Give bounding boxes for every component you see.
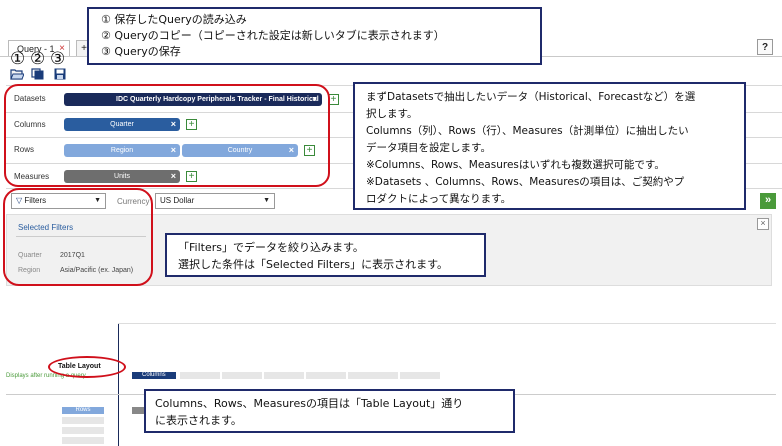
callout-line: 択します。 (366, 108, 418, 120)
callout-line: ③ Queryの保存 (101, 45, 181, 58)
callout-line: ② Queryのコピー（コピーされた設定は新しいタブに表示されます） (101, 29, 445, 42)
layout-vertical-line (118, 323, 119, 446)
layout-cell (132, 407, 144, 414)
columns-chip: Columns (132, 372, 176, 379)
layout-cell (306, 372, 346, 379)
save-icon[interactable] (53, 68, 67, 80)
callout-line: データ項目を設定します。 (366, 142, 491, 154)
filters-highlight (3, 188, 153, 286)
layout-callout: Columns、Rows、Measuresの項目は「Table Layout」通… (144, 389, 515, 433)
layout-cell (62, 417, 104, 424)
callout-line: ※Columns、Rows、Measuresはいずれも複数選択可能です。 (366, 159, 665, 171)
currency-value: US Dollar (160, 196, 195, 205)
layout-cell (62, 437, 104, 444)
query-callout: ① 保存したQueryの読み込み ② Queryのコピー（コピーされた設定は新し… (87, 7, 542, 65)
layout-cell (400, 372, 440, 379)
callout-line: まずDatasetsで抽出したいデータ（Historical、Forecastな… (366, 91, 696, 103)
callout-line: ※Datasets 、Columns、Rows、Measuresの項目は、ご契約… (366, 176, 685, 188)
layout-cell (222, 372, 262, 379)
chevron-down-icon: ▼ (263, 197, 270, 204)
callout-line: ロダクトによって異なります。 (366, 193, 512, 205)
layout-top-line (118, 323, 776, 324)
rows-chip: Rows (62, 407, 104, 414)
layout-cell (62, 427, 104, 434)
callout-line: ① 保存したQueryの読み込み (101, 13, 247, 26)
layout-cell (264, 372, 304, 379)
callout-line: Columns（列）、Rows（行）、Measures（計測単位）に抽出したい (366, 125, 689, 137)
help-button[interactable]: ? (757, 39, 773, 55)
currency-select[interactable]: US Dollar ▼ (155, 193, 275, 209)
callout-line: に表示されます。 (155, 414, 242, 427)
marker-1: ① (10, 49, 26, 69)
rows-highlight (4, 84, 330, 187)
run-query-button[interactable]: » (760, 193, 776, 209)
marker-2: ② (30, 49, 46, 69)
datasets-callout: まずDatasetsで抽出したいデータ（Historical、Forecastな… (353, 82, 746, 210)
callout-line: Columns、Rows、Measuresの項目は「Table Layout」通… (155, 397, 464, 410)
callout-line: 「Filters」でデータを絞り込みます。 (178, 241, 364, 254)
marker-3: ③ (50, 49, 66, 69)
callout-line: 選択した条件は「Selected Filters」に表示されます。 (178, 258, 449, 271)
layout-cell (180, 372, 220, 379)
copy-icon[interactable] (31, 68, 45, 80)
table-layout-highlight (48, 356, 126, 378)
layout-cell (348, 372, 398, 379)
close-icon[interactable]: × (757, 218, 769, 230)
filters-callout: 「Filters」でデータを絞り込みます。 選択した条件は「Selected F… (165, 233, 486, 277)
open-folder-icon[interactable] (10, 68, 24, 80)
